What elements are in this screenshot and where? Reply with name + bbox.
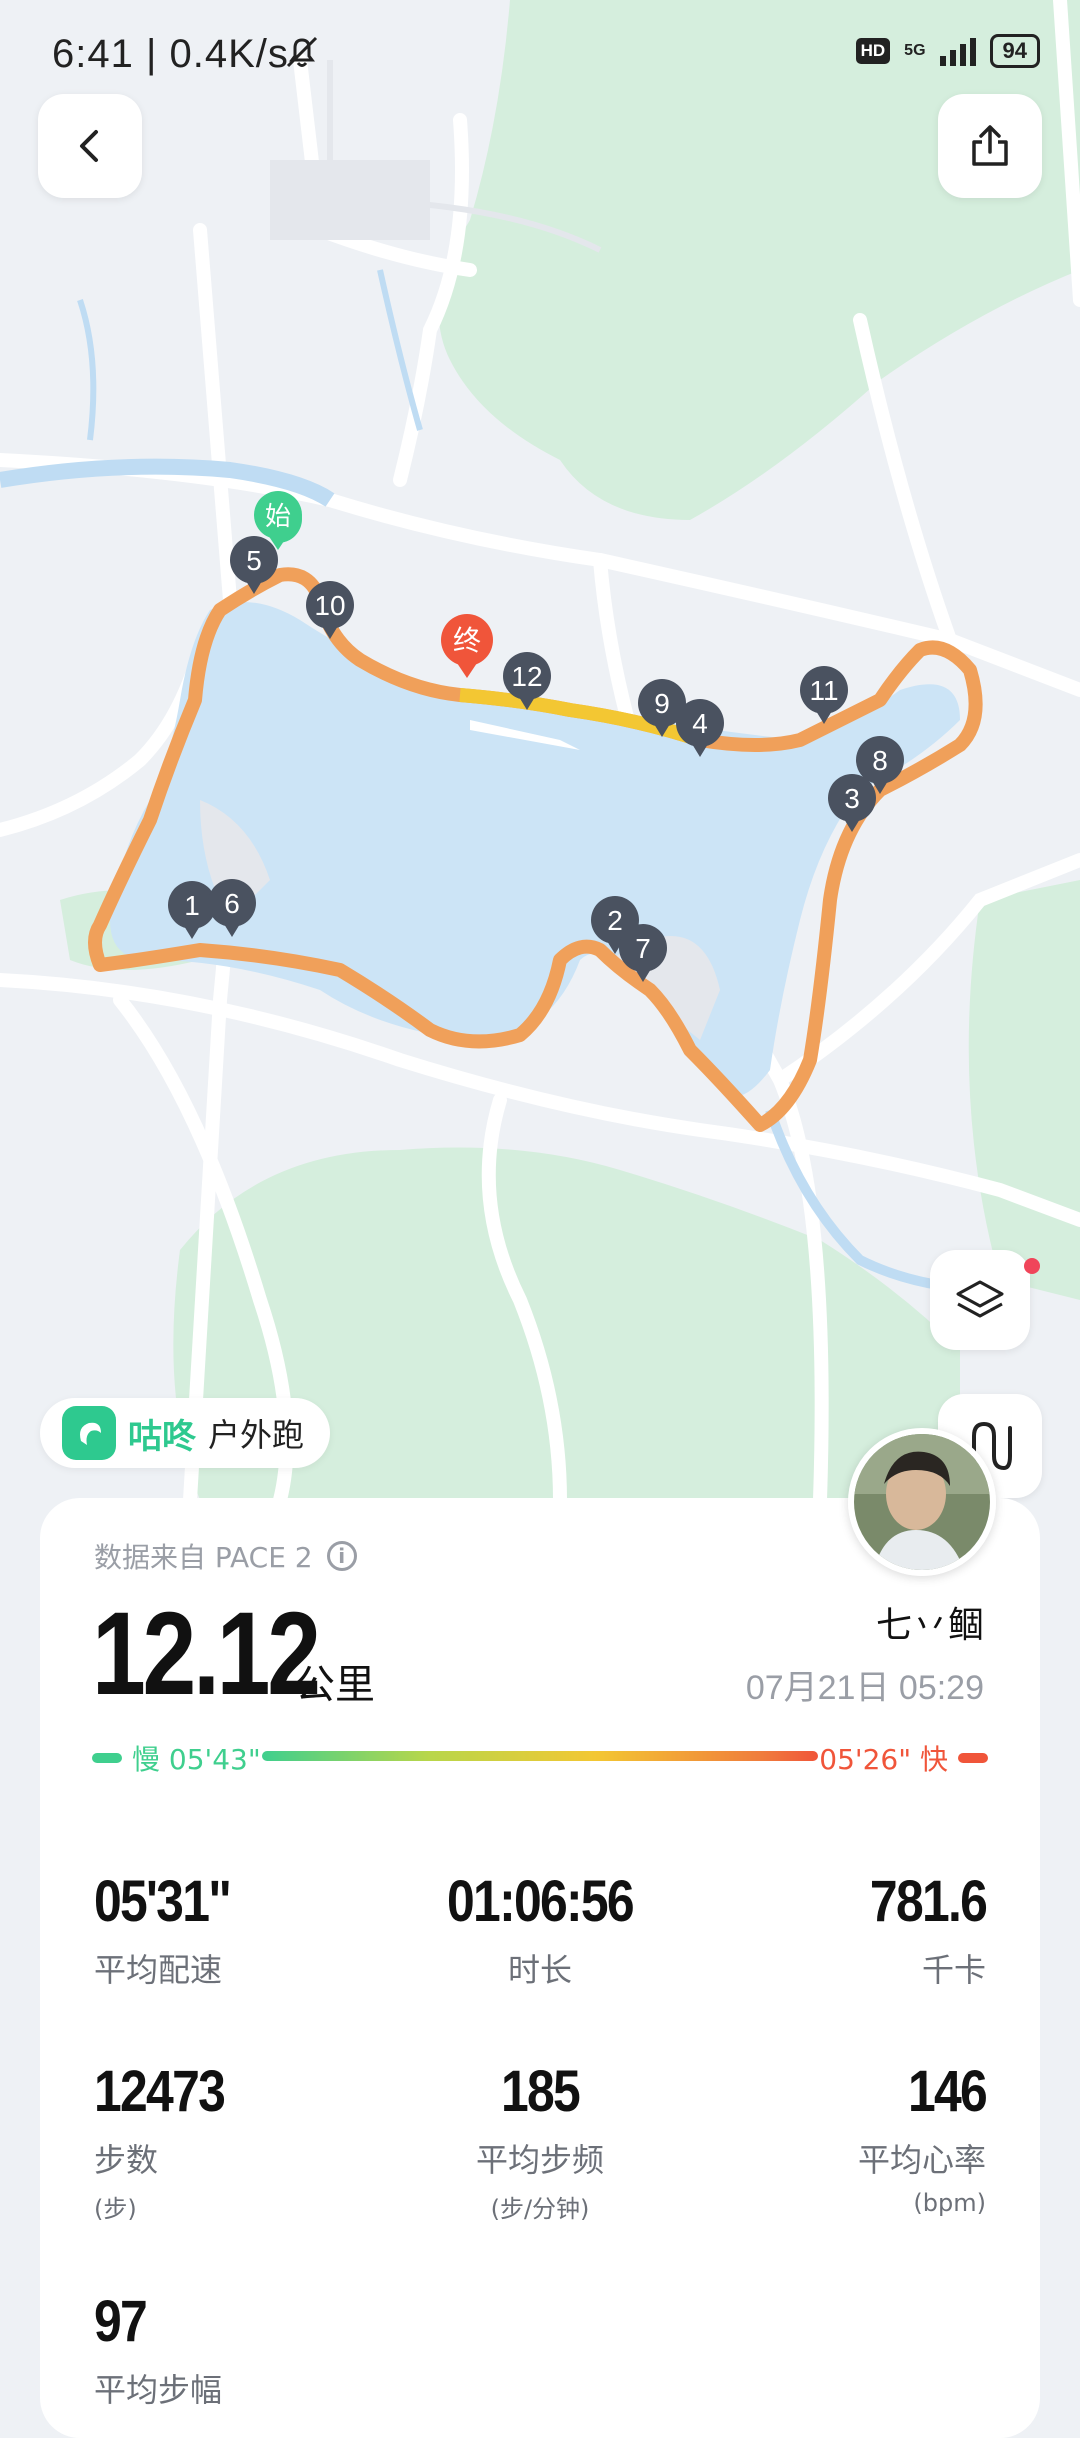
signal-icon xyxy=(939,36,976,66)
stat-duration: 01:06:56 时长 xyxy=(390,1868,690,1991)
map-layers-button[interactable] xyxy=(930,1250,1030,1350)
stat-value: 185 xyxy=(500,2059,581,2124)
data-source-text: 数据来自 PACE 2 xyxy=(94,1541,313,1574)
km-marker-label: 7 xyxy=(635,933,651,964)
data-source: 数据来自 PACE 2 i xyxy=(94,1536,357,1576)
network-type: 5G xyxy=(904,42,926,59)
share-button[interactable] xyxy=(938,94,1042,198)
stat-unit: (步) xyxy=(94,2195,137,2223)
stat-unit: (bpm) xyxy=(913,2189,986,2217)
stat-cadence: 185 平均步频 (步/分钟) xyxy=(390,2058,690,2224)
stat-label: 平均心率 xyxy=(857,2141,986,2179)
distance-unit: 公里 xyxy=(295,1662,375,1708)
distance-value: 12.12 xyxy=(92,1588,321,1720)
stat-label: 步数 xyxy=(94,2141,159,2179)
stat-label: 平均步幅 xyxy=(94,2371,223,2409)
stat-label: 时长 xyxy=(507,1951,572,1989)
stat-calories: 781.6 千卡 xyxy=(851,1868,988,1991)
pace-slow: 慢 05'43" xyxy=(92,1738,261,1778)
status-time-speed: 6:41 | 0.4K/s xyxy=(52,32,289,76)
stat-value: 05'31" xyxy=(94,1869,232,1934)
km-marker-label: 12 xyxy=(511,661,542,692)
stat-avg-pace: 05'31" 平均配速 xyxy=(94,1868,252,1991)
km-marker-label: 1 xyxy=(184,890,200,921)
stat-value: 01:06:56 xyxy=(447,1869,635,1934)
km-marker-label: 11 xyxy=(809,675,838,706)
layers-icon xyxy=(956,1280,1004,1318)
pace-fast-label: 05'26" 快 xyxy=(819,1743,948,1776)
stat-label: 平均步频 xyxy=(475,2141,604,2179)
stat-label: 平均配速 xyxy=(94,1951,223,1989)
km-marker-label: 5 xyxy=(246,545,262,576)
stat-label: 千卡 xyxy=(921,1951,986,1989)
km-marker-label: 2 xyxy=(607,905,623,936)
stat-value: 12473 xyxy=(94,2059,226,2124)
battery-level: 94 xyxy=(989,34,1040,68)
pace-slow-label: 慢 05'43" xyxy=(132,1743,261,1776)
pace-fast-pill xyxy=(958,1753,988,1763)
user-avatar[interactable] xyxy=(848,1428,996,1576)
route-map[interactable]: 始 终 1 23456789101112 xyxy=(0,0,1080,1500)
stat-heart-rate: 146 平均心率 (bpm) xyxy=(857,2058,988,2217)
activity-type: 户外跑 xyxy=(208,1416,305,1454)
pace-fast: 05'26" 快 xyxy=(819,1738,988,1778)
pace-slow-pill xyxy=(92,1753,122,1763)
stat-value: 146 xyxy=(907,2059,988,2124)
status-bar: 6:41 | 0.4K/s HD 5G 94 xyxy=(0,0,1080,110)
bell-muted-icon xyxy=(282,32,322,82)
activity-badge[interactable]: 咕咚 户外跑 xyxy=(40,1398,331,1468)
info-icon[interactable]: i xyxy=(326,1541,357,1571)
hd-icon: HD xyxy=(855,38,891,64)
start-label: 始 xyxy=(265,502,291,532)
brand-name: 咕咚 xyxy=(128,1416,196,1457)
km-marker-label: 9 xyxy=(654,688,670,719)
km-marker-label: 10 xyxy=(314,590,345,621)
stat-value: 97 xyxy=(94,2289,148,2354)
pace-gradient xyxy=(262,1751,818,1761)
stat-unit: (步/分钟) xyxy=(490,2195,590,2223)
stat-value: 781.6 xyxy=(869,1869,988,1934)
user-name: 七丷鲴 xyxy=(875,1605,984,1646)
codoon-logo-icon xyxy=(62,1406,116,1460)
km-marker-label: 3 xyxy=(844,783,860,814)
chevron-left-icon xyxy=(80,130,98,162)
notification-dot xyxy=(1024,1258,1040,1274)
km-marker-label: 8 xyxy=(872,745,888,776)
activity-datetime: 07月21日 05:29 xyxy=(745,1669,984,1707)
pace-legend: 慢 05'43" 05'26" 快 xyxy=(92,1738,988,1776)
km-marker-label: 4 xyxy=(692,708,708,739)
km-marker-label: 6 xyxy=(224,888,240,919)
share-icon xyxy=(972,125,1008,166)
stat-steps: 12473 步数 (步) xyxy=(94,2058,245,2224)
back-button[interactable] xyxy=(38,94,142,198)
stat-stride: 97 平均步幅 xyxy=(94,2288,222,2411)
end-label: 终 xyxy=(453,624,481,657)
